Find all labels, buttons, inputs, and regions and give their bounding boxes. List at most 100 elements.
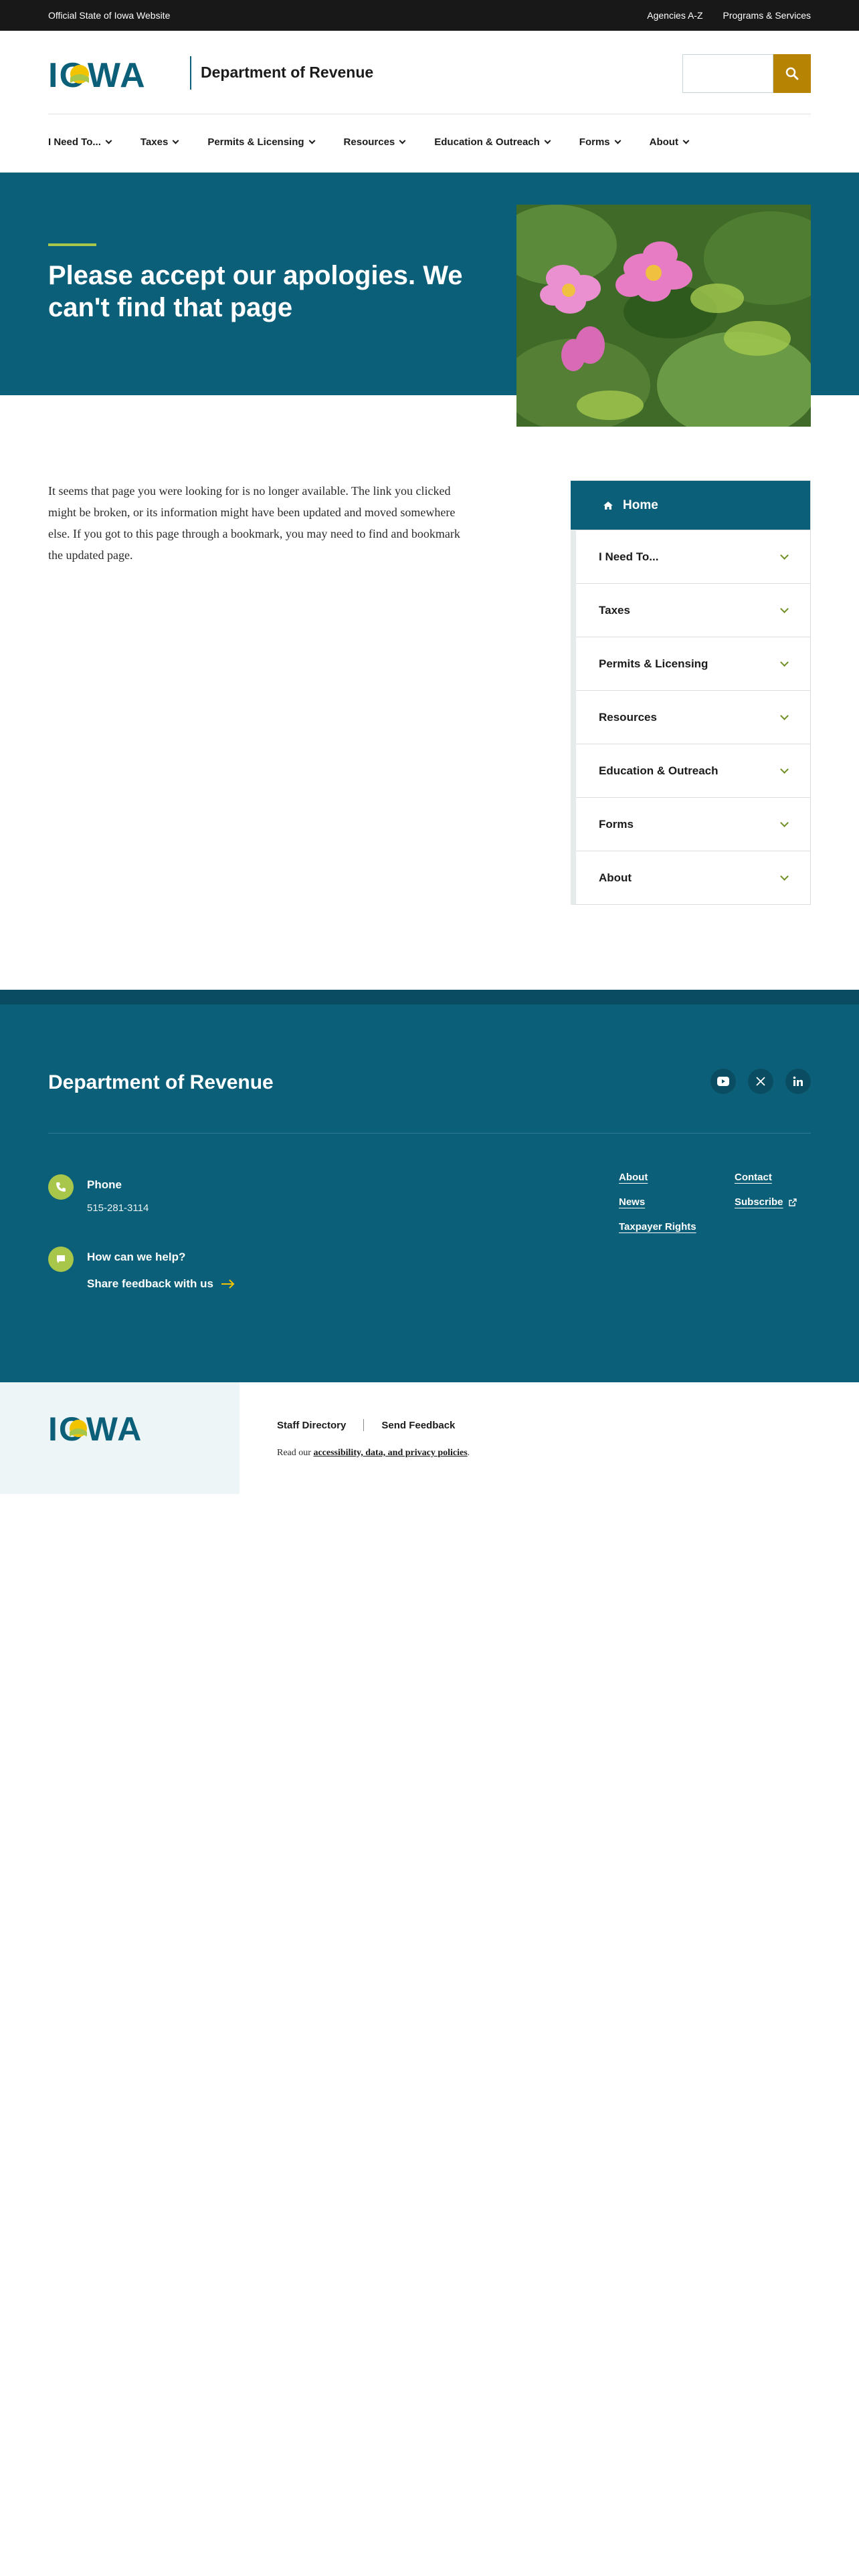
iowa-logo[interactable]: IOWA bbox=[48, 58, 182, 91]
iowa-logo-footer-text: IOWA bbox=[48, 1412, 142, 1444]
sidenav-label: About bbox=[599, 871, 632, 884]
utility-bar: Official State of Iowa Website Agencies … bbox=[0, 0, 859, 31]
bottom-bar: IOWA Staff Directory Send Feedback Read … bbox=[0, 1382, 859, 1494]
nav-item-education-outreach[interactable]: Education & Outreach bbox=[434, 136, 551, 148]
page-title: Please accept our apologies. We can't fi… bbox=[48, 261, 463, 322]
linkedin-icon bbox=[793, 1076, 803, 1086]
hero-accent-line bbox=[48, 243, 96, 246]
footer-about-link[interactable]: About bbox=[619, 1172, 696, 1183]
send-feedback-link[interactable]: Send Feedback bbox=[381, 1420, 455, 1431]
nav-item-forms[interactable]: Forms bbox=[579, 136, 622, 148]
nav-item-permits-licensing[interactable]: Permits & Licensing bbox=[207, 136, 315, 148]
footer-links-col-1: About News Taxpayer Rights bbox=[619, 1172, 696, 1246]
footer-top-band bbox=[0, 990, 859, 1004]
footer-links-col-2: Contact Subscribe bbox=[735, 1172, 797, 1221]
chevron-down-icon[interactable] bbox=[780, 657, 789, 667]
site-header: IOWA Department of Revenue bbox=[0, 31, 859, 114]
sidenav-item-resources[interactable]: Resources bbox=[576, 690, 810, 744]
share-feedback-link[interactable]: Share feedback with us bbox=[87, 1277, 235, 1291]
iowa-logo-footer[interactable]: IOWA bbox=[48, 1412, 175, 1444]
nav-label: Taxes bbox=[140, 136, 169, 148]
chevron-down-icon[interactable] bbox=[780, 764, 789, 774]
logo-divider bbox=[190, 56, 191, 90]
x-link[interactable] bbox=[748, 1069, 773, 1094]
chevron-down-icon bbox=[308, 137, 315, 144]
arrow-right-icon bbox=[221, 1279, 235, 1289]
footer-department-name: Department of Revenue bbox=[48, 1071, 274, 1093]
nav-label: Resources bbox=[343, 136, 395, 148]
bottom-logo-panel: IOWA bbox=[0, 1382, 240, 1494]
footer-divider bbox=[48, 1133, 811, 1134]
iowa-logo-text: IOWA bbox=[48, 58, 147, 91]
nav-label: Permits & Licensing bbox=[207, 136, 304, 148]
youtube-link[interactable] bbox=[710, 1069, 736, 1094]
policy-prefix: Read our bbox=[277, 1448, 311, 1458]
nav-item-taxes[interactable]: Taxes bbox=[140, 136, 179, 148]
chevron-down-icon bbox=[544, 137, 551, 144]
sidenav-label: Forms bbox=[599, 817, 634, 831]
utility-links: Agencies A-Z Programs & Services bbox=[647, 10, 811, 21]
search-icon bbox=[785, 67, 799, 80]
chevron-down-icon[interactable] bbox=[780, 818, 789, 827]
chevron-down-icon bbox=[614, 137, 622, 144]
nav-item-resources[interactable]: Resources bbox=[343, 136, 406, 148]
wild-rose-photo bbox=[516, 205, 811, 427]
footer-news-link[interactable]: News bbox=[619, 1196, 696, 1208]
external-link-icon bbox=[788, 1198, 797, 1206]
sidenav-label: Resources bbox=[599, 710, 657, 724]
main-navigation: I Need To... Taxes Permits & Licensing R… bbox=[0, 114, 859, 172]
footer-taxpayer-rights-link[interactable]: Taxpayer Rights bbox=[619, 1221, 696, 1232]
phone-icon bbox=[48, 1174, 74, 1200]
nav-item-i-need-to[interactable]: I Need To... bbox=[48, 136, 112, 148]
x-icon bbox=[756, 1077, 765, 1086]
phone-contact: Phone 515-281-3114 bbox=[48, 1174, 149, 1214]
policy-link[interactable]: accessibility, data, and privacy policie… bbox=[313, 1448, 467, 1458]
chevron-down-icon[interactable] bbox=[780, 711, 789, 720]
help-contact: How can we help? Share feedback with us bbox=[48, 1247, 235, 1291]
agencies-az-link[interactable]: Agencies A-Z bbox=[647, 10, 702, 21]
chevron-down-icon bbox=[172, 137, 179, 144]
phone-label: Phone bbox=[87, 1178, 122, 1191]
search-button[interactable] bbox=[773, 54, 811, 93]
bottom-links: Staff Directory Send Feedback bbox=[277, 1419, 455, 1431]
share-feedback-label: Share feedback with us bbox=[87, 1277, 213, 1290]
sidenav-label: I Need To... bbox=[599, 550, 659, 563]
policy-notice: Read our accessibility, data, and privac… bbox=[277, 1448, 470, 1459]
wild-rose-image bbox=[516, 205, 811, 427]
programs-services-link[interactable]: Programs & Services bbox=[723, 10, 811, 21]
department-name[interactable]: Department of Revenue bbox=[201, 64, 373, 82]
sidenav-label: Education & Outreach bbox=[599, 764, 719, 777]
chevron-down-icon bbox=[105, 137, 112, 144]
nav-label: I Need To... bbox=[48, 136, 101, 148]
chevron-down-icon[interactable] bbox=[780, 550, 789, 560]
sidenav-item-about[interactable]: About bbox=[576, 851, 810, 904]
linkedin-link[interactable] bbox=[785, 1069, 811, 1094]
footer-subscribe-link[interactable]: Subscribe bbox=[735, 1196, 797, 1208]
help-label: How can we help? bbox=[87, 1251, 186, 1263]
chevron-down-icon[interactable] bbox=[780, 604, 789, 613]
staff-directory-link[interactable]: Staff Directory bbox=[277, 1420, 346, 1431]
policy-suffix: . bbox=[467, 1448, 470, 1458]
sidenav-home-label: Home bbox=[623, 498, 658, 512]
footer-contact-link[interactable]: Contact bbox=[735, 1172, 797, 1183]
chevron-down-icon[interactable] bbox=[780, 871, 789, 881]
sidenav-item-education-outreach[interactable]: Education & Outreach bbox=[576, 744, 810, 797]
search-input[interactable] bbox=[682, 54, 773, 93]
site-footer: Department of Revenue Phone 515-281-3114… bbox=[0, 1004, 859, 1382]
sidenav-item-forms[interactable]: Forms bbox=[576, 797, 810, 851]
nav-label: Education & Outreach bbox=[434, 136, 540, 148]
side-navigation: Home I Need To... Taxes Permits & Licens… bbox=[571, 480, 811, 905]
nav-label: Forms bbox=[579, 136, 610, 148]
link-separator bbox=[363, 1419, 365, 1431]
sidenav-label: Taxes bbox=[599, 603, 630, 617]
nav-item-about[interactable]: About bbox=[650, 136, 690, 148]
official-site-label: Official State of Iowa Website bbox=[48, 10, 171, 21]
home-icon bbox=[603, 501, 613, 510]
chevron-down-icon bbox=[682, 137, 690, 144]
sidenav-item-taxes[interactable]: Taxes bbox=[576, 583, 810, 637]
not-found-message: It seems that page you were looking for … bbox=[48, 484, 460, 562]
sidenav-item-i-need-to[interactable]: I Need To... bbox=[576, 530, 810, 583]
sidenav-item-permits-licensing[interactable]: Permits & Licensing bbox=[576, 637, 810, 690]
sidenav-home[interactable]: Home bbox=[571, 481, 810, 530]
phone-number[interactable]: 515-281-3114 bbox=[87, 1202, 149, 1214]
